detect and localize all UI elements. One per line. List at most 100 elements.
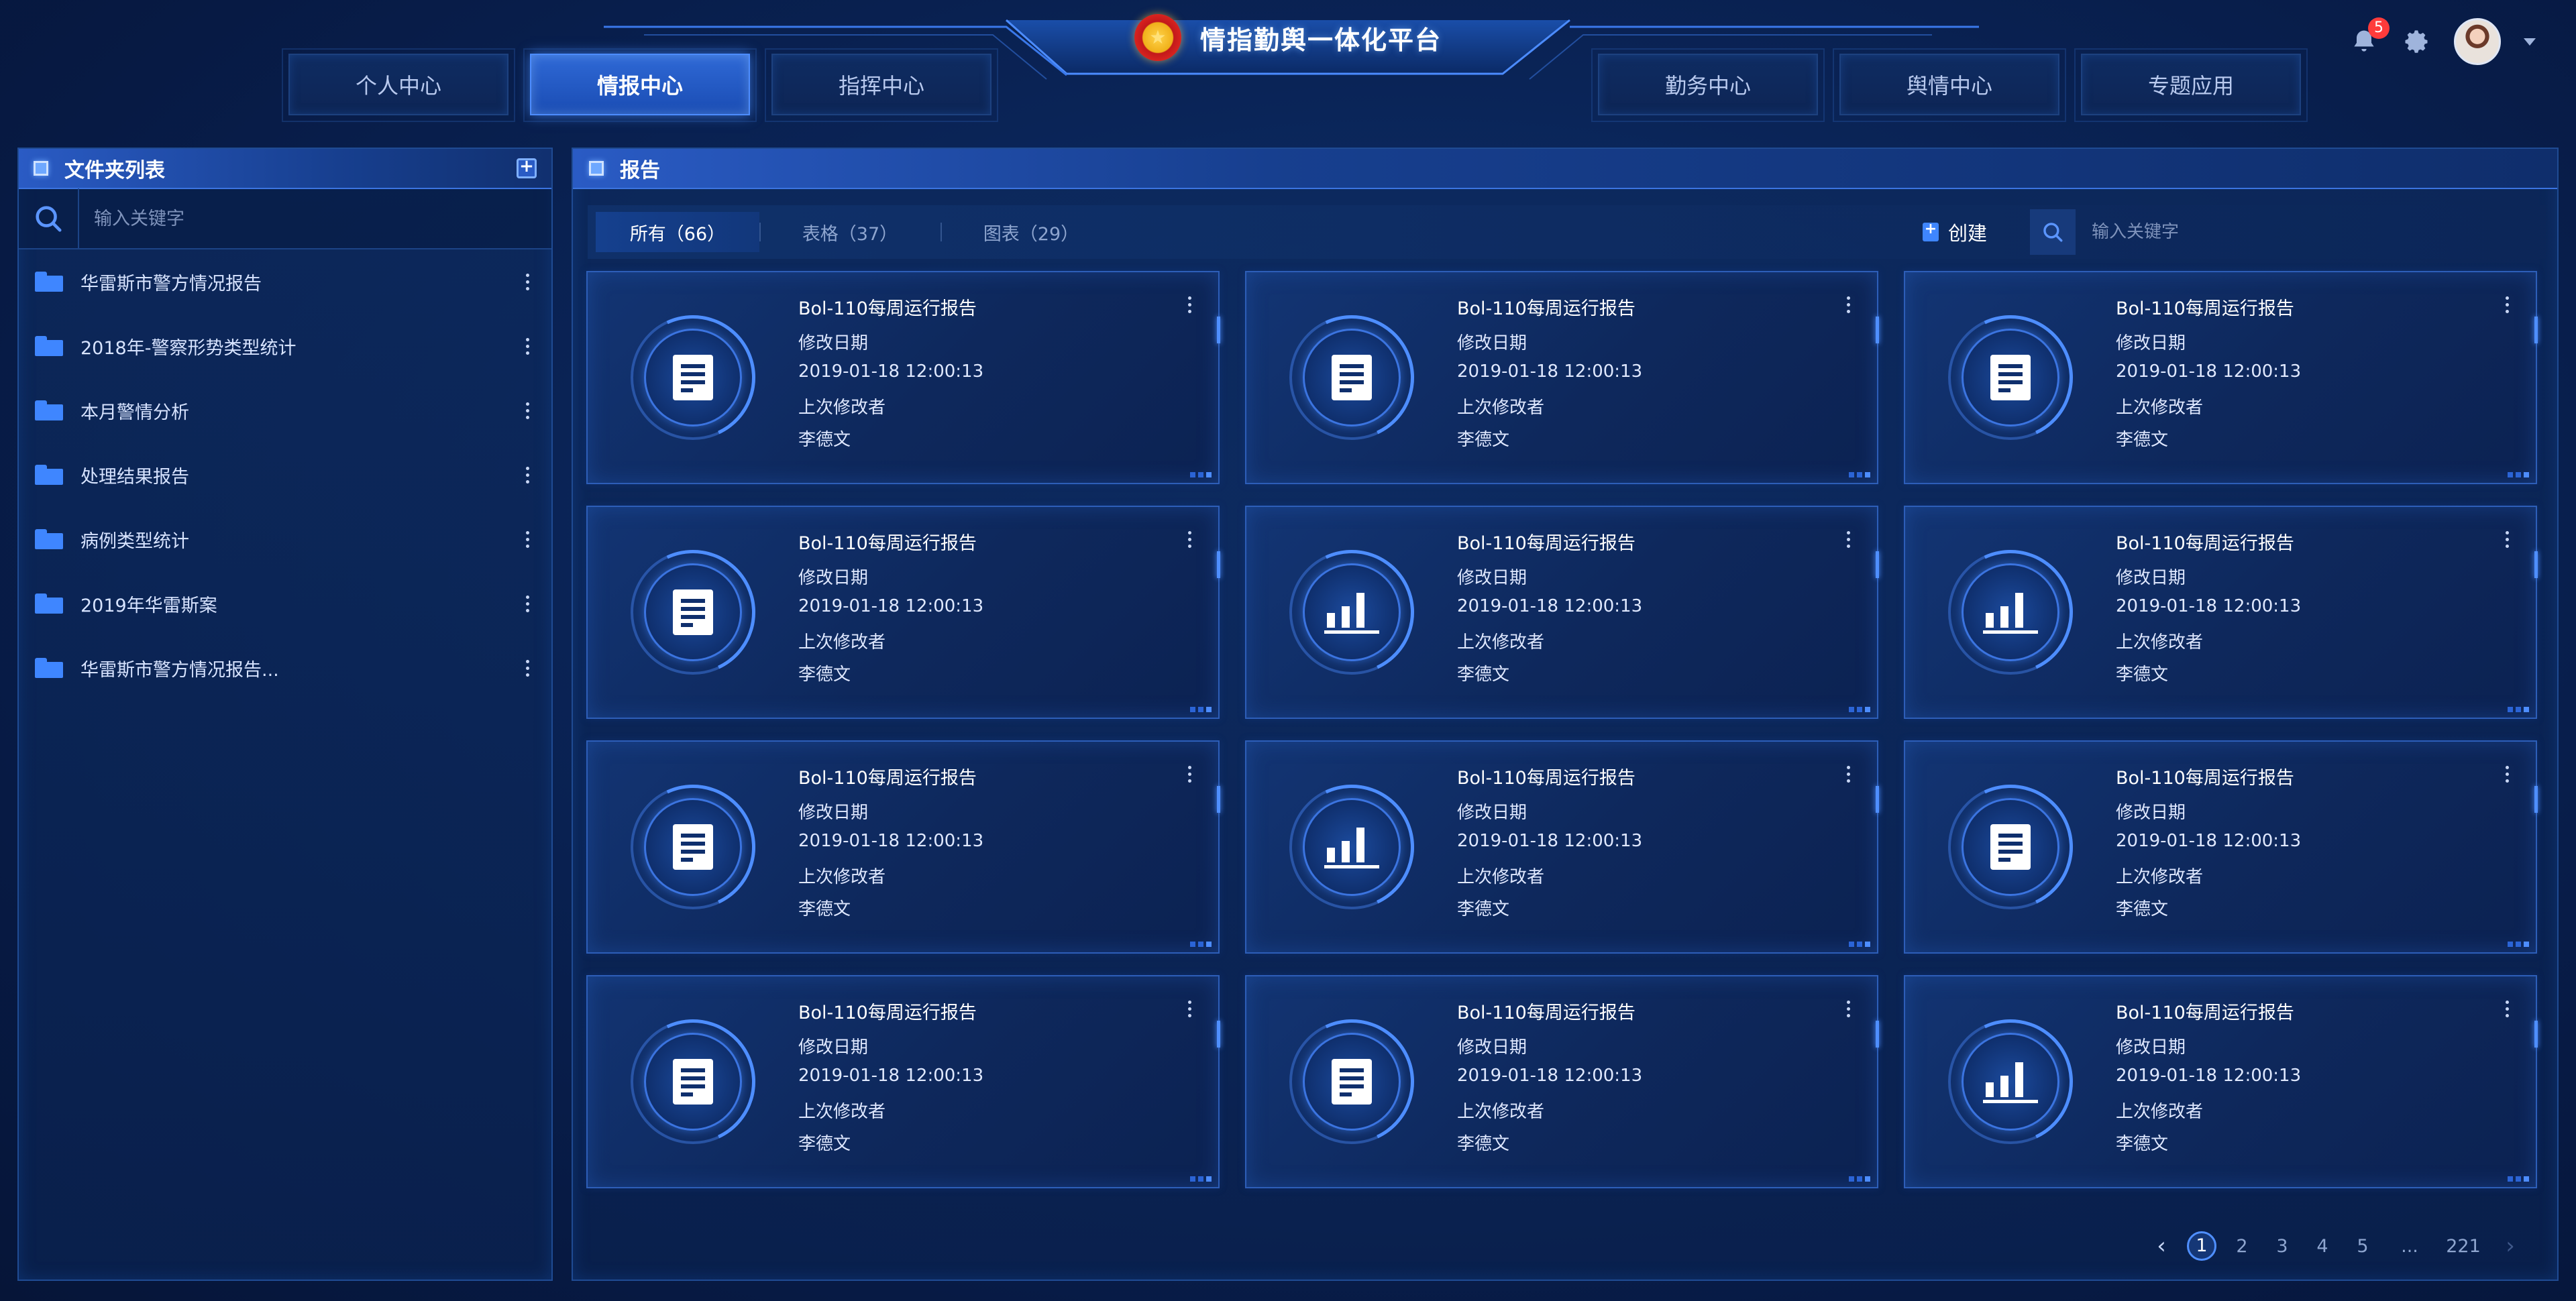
nav-tab-intelligence[interactable]: 情报中心 <box>523 48 757 122</box>
folder-item[interactable]: 2018年-警察形势类型统计 <box>19 314 551 378</box>
card-corner-decoration <box>2508 472 2529 477</box>
report-title: Bol-110每周运行报告 <box>2116 298 2294 319</box>
nav-tab-opinion[interactable]: 舆情中心 <box>1833 48 2066 122</box>
report-card[interactable]: Bol-110每周运行报告 修改日期 2019-01-18 12:00:13 上… <box>1904 506 2538 719</box>
folder-item[interactable]: 华雷斯市警方情况报告 <box>19 249 551 314</box>
card-corner-decoration <box>2508 942 2529 947</box>
card-corner-decoration <box>1190 1176 1212 1182</box>
more-options-icon[interactable] <box>519 268 535 295</box>
page-number[interactable]: 1 <box>2182 1227 2222 1265</box>
next-page-icon[interactable]: › <box>2490 1227 2530 1265</box>
more-options-icon[interactable] <box>519 461 535 488</box>
report-card[interactable]: Bol-110每周运行报告 修改日期 2019-01-18 12:00:13 上… <box>1245 975 1879 1188</box>
report-card[interactable]: Bol-110每周运行报告 修改日期 2019-01-18 12:00:13 上… <box>586 740 1220 954</box>
more-options-icon[interactable] <box>1188 766 1191 783</box>
folder-item[interactable]: 病例类型统计 <box>19 507 551 571</box>
chevron-down-icon[interactable] <box>2524 38 2536 46</box>
report-card[interactable]: Bol-110每周运行报告 修改日期 2019-01-18 12:00:13 上… <box>586 975 1220 1188</box>
folder-item[interactable]: 2019年华雷斯案 <box>19 571 551 636</box>
search-icon[interactable] <box>2030 209 2076 255</box>
last-editor-value: 李德文 <box>1457 430 1510 450</box>
tab-all[interactable]: 所有（66） <box>596 212 759 252</box>
folder-item[interactable]: 处理结果报告 <box>19 443 551 507</box>
document-icon <box>1962 329 2059 427</box>
report-card[interactable]: Bol-110每周运行报告 修改日期 2019-01-18 12:00:13 上… <box>586 506 1220 719</box>
search-icon[interactable] <box>19 188 79 249</box>
report-card[interactable]: Bol-110每周运行报告 修改日期 2019-01-18 12:00:13 上… <box>1245 506 1879 719</box>
more-options-icon[interactable] <box>1847 1001 1850 1017</box>
more-options-icon[interactable] <box>2506 1001 2509 1017</box>
modified-date-label: 修改日期 <box>1457 333 1527 353</box>
create-button[interactable]: 创建 <box>1923 212 1987 252</box>
page-number[interactable]: 2 <box>2222 1227 2262 1265</box>
header-actions: 5 <box>2349 15 2536 68</box>
folder-search-input[interactable] <box>79 189 551 248</box>
report-card[interactable]: Bol-110每周运行报告 修改日期 2019-01-18 12:00:13 上… <box>1904 271 2538 484</box>
more-options-icon[interactable] <box>519 655 535 681</box>
more-options-icon[interactable] <box>1188 1001 1191 1017</box>
card-corner-decoration <box>2508 1176 2529 1182</box>
prev-page-icon[interactable]: ‹ <box>2141 1227 2182 1265</box>
card-corner-decoration <box>1849 942 1870 947</box>
more-options-icon[interactable] <box>1847 766 1850 783</box>
more-options-icon[interactable] <box>519 333 535 359</box>
more-options-icon[interactable] <box>2506 296 2509 313</box>
add-folder-icon[interactable] <box>517 156 537 178</box>
last-editor-label: 上次修改者 <box>2116 867 2204 887</box>
modified-date-label: 修改日期 <box>798 803 869 823</box>
page-number[interactable]: 3 <box>2262 1227 2302 1265</box>
tab-charts[interactable]: 图表（29） <box>941 212 1122 252</box>
more-options-icon[interactable] <box>1847 296 1850 313</box>
page-number[interactable]: 4 <box>2302 1227 2343 1265</box>
gear-icon[interactable] <box>2402 25 2431 58</box>
report-card[interactable]: Bol-110每周运行报告 修改日期 2019-01-18 12:00:13 上… <box>1245 271 1879 484</box>
more-options-icon[interactable] <box>1847 531 1850 548</box>
folder-name: 2019年华雷斯案 <box>80 595 217 616</box>
folder-icon <box>35 465 63 485</box>
report-search-input[interactable] <box>2076 209 2540 255</box>
nav-tab-command[interactable]: 指挥中心 <box>765 48 998 122</box>
folder-item[interactable]: 本月警情分析 <box>19 378 551 443</box>
report-title: Bol-110每周运行报告 <box>798 533 977 554</box>
tab-tables[interactable]: 表格（37） <box>759 212 941 252</box>
document-icon <box>1303 1033 1401 1131</box>
modified-date-label: 修改日期 <box>798 568 869 588</box>
report-icon-ring <box>1289 1019 1414 1144</box>
document-icon <box>644 329 742 427</box>
last-editor-label: 上次修改者 <box>798 398 886 418</box>
more-options-icon[interactable] <box>519 590 535 617</box>
nav-tab-special[interactable]: 专题应用 <box>2074 48 2308 122</box>
avatar[interactable] <box>2454 18 2501 65</box>
bar-chart-icon <box>1962 563 2059 661</box>
bell-icon[interactable]: 5 <box>2349 17 2390 56</box>
report-search <box>2030 209 2540 255</box>
app-title: 情指勤舆一体化平台 <box>1199 25 1442 55</box>
modified-date-value: 2019-01-18 12:00:13 <box>2116 361 2302 382</box>
more-options-icon[interactable] <box>519 526 535 553</box>
report-card[interactable]: Bol-110每周运行报告 修改日期 2019-01-18 12:00:13 上… <box>586 271 1220 484</box>
folder-name: 华雷斯市警方情况报告 <box>80 273 262 294</box>
add-document-icon <box>1923 221 1939 241</box>
more-options-icon[interactable] <box>519 397 535 424</box>
folder-panel-header: 文件夹列表 <box>19 149 551 189</box>
last-editor-value: 李德文 <box>1457 899 1510 919</box>
report-card[interactable]: Bol-110每周运行报告 修改日期 2019-01-18 12:00:13 上… <box>1904 740 2538 954</box>
folder-icon <box>35 529 63 549</box>
report-icon-ring <box>631 785 755 909</box>
last-editor-value: 李德文 <box>798 665 851 685</box>
last-editor-label: 上次修改者 <box>1457 398 1545 418</box>
more-options-icon[interactable] <box>2506 766 2509 783</box>
folder-name: 华雷斯市警方情况报告... <box>80 659 279 681</box>
nav-tab-duty[interactable]: 勤务中心 <box>1591 48 1825 122</box>
more-options-icon[interactable] <box>1188 296 1191 313</box>
nav-tab-personal[interactable]: 个人中心 <box>282 48 515 122</box>
card-corner-decoration <box>1190 707 1212 712</box>
bar-chart-icon <box>1303 563 1401 661</box>
more-options-icon[interactable] <box>2506 531 2509 548</box>
report-card[interactable]: Bol-110每周运行报告 修改日期 2019-01-18 12:00:13 上… <box>1904 975 2538 1188</box>
more-options-icon[interactable] <box>1188 531 1191 548</box>
folder-item[interactable]: 华雷斯市警方情况报告... <box>19 636 551 700</box>
report-card[interactable]: Bol-110每周运行报告 修改日期 2019-01-18 12:00:13 上… <box>1245 740 1879 954</box>
page-number[interactable]: 221 <box>2436 1227 2490 1265</box>
page-number[interactable]: 5 <box>2343 1227 2383 1265</box>
